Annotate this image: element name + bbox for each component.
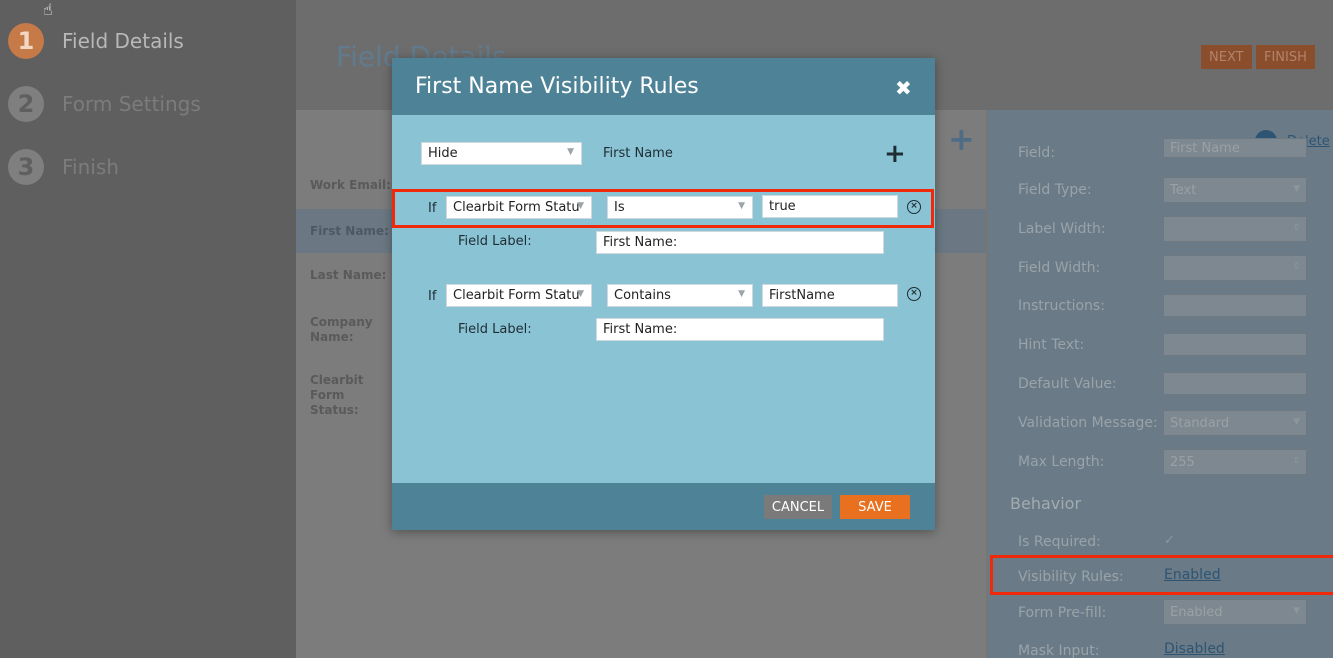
prop-label-max-length: Max Length: [1018, 454, 1105, 470]
rule-if-label: If [428, 201, 437, 216]
prop-label-field-width: Field Width: [1018, 260, 1101, 276]
caret-down-icon: ▼ [1293, 417, 1300, 427]
stepper-icon: ⇕ [1292, 262, 1300, 272]
remove-rule-icon[interactable]: × [907, 200, 921, 214]
field-label-caption: Field Label: [458, 322, 532, 337]
rule-operator-value: Is [614, 200, 625, 215]
target-field-label: First Name [603, 146, 673, 161]
prop-label-field-type: Field Type: [1018, 182, 1092, 198]
dialog-header: First Name Visibility Rules ✖ [392, 58, 935, 115]
add-rule-icon[interactable]: + [884, 139, 906, 169]
field-width-stepper[interactable]: ⇕ [1163, 255, 1307, 281]
rule-value-input[interactable]: FirstName [762, 284, 898, 307]
prop-label-instructions: Instructions: [1018, 298, 1105, 314]
rule-if-label: If [428, 289, 437, 304]
rule-field-select[interactable]: Clearbit Form Statu ▼ [446, 284, 592, 307]
cursor-hand-icon: ☝ [43, 0, 53, 19]
rule-operator-value: Contains [614, 288, 671, 303]
cancel-button[interactable]: CANCEL [764, 495, 832, 519]
rule-value-input[interactable]: true [762, 195, 898, 218]
prop-label-field: Field: [1018, 145, 1056, 157]
close-icon[interactable]: ✖ [895, 76, 912, 100]
wizard-step-form-settings[interactable]: 2 Form Settings [8, 85, 201, 123]
remove-rule-icon[interactable]: × [907, 287, 921, 301]
prop-label-is-required: Is Required: [1018, 534, 1101, 550]
field-type-select[interactable]: Text ▼ [1163, 177, 1307, 203]
visibility-rules-link[interactable]: Enabled [1164, 567, 1221, 583]
field-label-input[interactable]: First Name: [596, 318, 884, 341]
mask-input-link[interactable]: Disabled [1164, 641, 1225, 657]
rule-operator-select[interactable]: Is ▼ [607, 196, 753, 219]
caret-down-icon: ▼ [738, 289, 745, 299]
wizard-step-field-details[interactable]: 1 Field Details [8, 22, 276, 60]
rule-field-value: Clearbit Form Statu [453, 288, 580, 303]
prop-label-mask-input: Mask Input: [1018, 643, 1100, 658]
action-select[interactable]: Hide ▼ [421, 142, 582, 165]
form-field-label[interactable]: Company Name: [310, 315, 380, 345]
step-number: 3 [8, 149, 44, 185]
stepper-icon: ⇕ [1292, 456, 1300, 466]
hint-text-input[interactable] [1163, 333, 1307, 356]
form-field-label[interactable]: Clearbit Form Status: [310, 373, 390, 418]
save-button[interactable]: SAVE [840, 495, 910, 519]
max-length-stepper[interactable]: 255 ⇕ [1163, 449, 1307, 475]
label-width-stepper[interactable]: ⇕ [1163, 216, 1307, 242]
step-label: Form Settings [62, 92, 201, 116]
next-button[interactable]: NEXT [1201, 45, 1252, 69]
behavior-section-title: Behavior [1010, 494, 1082, 513]
caret-down-icon: ▼ [577, 201, 584, 211]
max-length-value: 255 [1170, 455, 1195, 470]
rule-field-value: Clearbit Form Statu [453, 200, 580, 215]
field-type-value: Text [1170, 183, 1197, 198]
form-field-label[interactable]: Last Name: [310, 268, 386, 283]
step-label: Field Details [62, 29, 184, 53]
validation-message-select[interactable]: Standard ▼ [1163, 410, 1307, 436]
prop-label-default-value: Default Value: [1018, 376, 1117, 392]
prop-label-label-width: Label Width: [1018, 221, 1106, 237]
prop-label-validation: Validation Message: [1018, 415, 1158, 431]
prefill-value: Enabled [1170, 605, 1223, 620]
checkmark-icon[interactable]: ✓ [1164, 533, 1175, 548]
prop-label-hint-text: Hint Text: [1018, 337, 1085, 353]
wizard-step-finish[interactable]: 3 Finish [8, 148, 119, 186]
caret-down-icon: ▼ [577, 289, 584, 299]
validation-value: Standard [1170, 416, 1230, 431]
caret-down-icon: ▼ [738, 201, 745, 211]
step-number: 2 [8, 86, 44, 122]
form-prefill-select[interactable]: Enabled ▼ [1163, 599, 1307, 625]
caret-down-icon: ▼ [1293, 606, 1300, 616]
rule-field-select[interactable]: Clearbit Form Statu ▼ [446, 196, 592, 219]
caret-down-icon: ▼ [567, 147, 574, 157]
stepper-icon: ⇕ [1292, 223, 1300, 233]
instructions-input[interactable] [1163, 294, 1307, 317]
prop-label-visibility-rules: Visibility Rules: [1018, 569, 1124, 585]
finish-button[interactable]: FINISH [1256, 45, 1315, 69]
field-label-caption: Field Label: [458, 234, 532, 249]
rule-operator-select[interactable]: Contains ▼ [607, 284, 753, 307]
action-value: Hide [428, 146, 458, 161]
add-field-icon[interactable]: + [948, 120, 975, 158]
field-label-input[interactable]: First Name: [596, 231, 884, 254]
step-label: Finish [62, 155, 119, 179]
field-name-input[interactable]: First Name [1163, 138, 1307, 158]
step-number: 1 [8, 23, 44, 59]
prop-label-form-prefill: Form Pre-fill: [1018, 605, 1107, 621]
default-value-input[interactable] [1163, 372, 1307, 395]
caret-down-icon: ▼ [1293, 184, 1300, 194]
dialog-title: First Name Visibility Rules [415, 74, 699, 99]
form-field-label[interactable]: First Name: [310, 224, 389, 239]
form-field-label[interactable]: Work Email: [310, 178, 391, 193]
